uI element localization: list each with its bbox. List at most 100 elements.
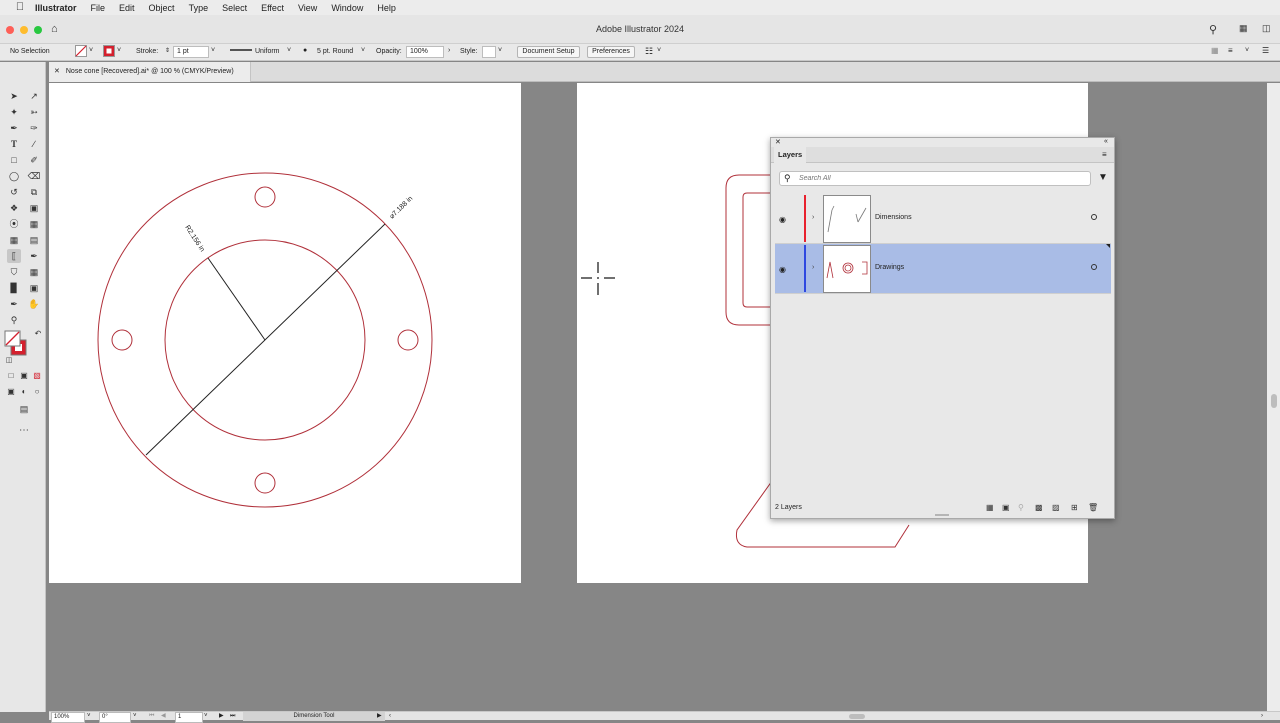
diameter-dimension-label[interactable]: ⌀7.188 in [389,195,415,220]
create-sublayer-icon[interactable]: ▨ [1052,503,1060,512]
blend-tool-icon[interactable]: ⛉ [7,265,21,279]
close-tab-icon[interactable]: ✕ [54,68,60,75]
warp-tool-icon[interactable]: ❖ [7,201,21,215]
radius-dimension-label[interactable]: R2.156 in [183,224,205,253]
layers-search-box[interactable]: ⚲ [779,171,1091,186]
dimension-tool-icon[interactable]: ⟦ [7,249,21,263]
stroke-label[interactable]: Stroke: [136,48,158,55]
menu-edit[interactable]: Edit [119,3,135,13]
zoom-field[interactable]: 100% [51,712,85,723]
bolt-hole-left[interactable] [111,329,133,351]
shaper-tool-icon[interactable]: ◯ [7,169,21,183]
vertical-scroll-thumb[interactable] [1271,394,1277,408]
default-fill-stroke-icon[interactable]: ◫ [2,354,16,368]
align-icon[interactable]: ≡ [1228,46,1233,55]
style-chevron-icon[interactable]: ˅ [498,47,502,54]
paintbrush-tool-icon[interactable]: ✐ [27,153,41,167]
pen-tool-icon[interactable]: ✒ [7,121,21,135]
screen-mode-icon[interactable]: ▤ [17,402,31,416]
panel-close-icon[interactable]: ✕ [775,138,781,146]
swap-fill-stroke-icon[interactable]: ↶ [31,327,45,341]
stroke-swatch[interactable] [103,45,115,59]
radius-dimension-line[interactable] [207,257,266,341]
menu-select[interactable]: Select [222,3,247,13]
draw-behind-icon[interactable]: ◐ [17,385,31,399]
free-transform-tool-icon[interactable]: ▣ [27,201,41,215]
workspace-icon[interactable]: ◫ [1262,23,1271,34]
panel-collapse-icon[interactable]: « [1104,138,1108,145]
expand-chevron-icon[interactable]: › [812,214,814,221]
brush-definition[interactable]: 5 pt. Round [317,48,353,55]
layer-target-icon[interactable] [1091,214,1097,220]
layers-search-input[interactable] [799,173,1079,184]
curvature-tool-icon[interactable]: ✑ [27,121,41,135]
artboard-1[interactable]: R2.156 in ⌀7.188 in [49,83,521,583]
brush-chevron-icon[interactable]: ˅ [361,47,365,54]
document-tab[interactable]: ✕ Nose cone [Recovered].ai* @ 100 % (CMYK… [49,62,251,82]
layer-row-dimensions[interactable]: ◉ › Dimensions [775,194,1111,244]
variable-width-profile[interactable]: Uniform [255,48,280,55]
menu-object[interactable]: Object [149,3,175,13]
visibility-eye-icon[interactable]: ◉ [779,215,786,224]
eyedropper-tool-icon[interactable]: ✒ [27,249,41,263]
edit-toolbar-icon[interactable]: ⋯ [17,424,31,438]
draw-inside-icon[interactable]: ○ [30,385,44,399]
visibility-eye-icon[interactable]: ◉ [779,265,786,274]
bolt-hole-right[interactable] [397,329,419,351]
transform-icon[interactable]: ▦ [1211,46,1219,55]
arrange-options-chevron-icon[interactable]: ˅ [657,47,661,54]
horizontal-scroll-thumb[interactable] [849,714,865,719]
symbol-sprayer-tool-icon[interactable]: ▦ [27,265,41,279]
export-for-screens-icon[interactable]: ▦ [986,503,994,512]
menu-type[interactable]: Type [189,3,209,13]
menu-app-name[interactable]: Illustrator [35,3,77,13]
selection-tool-icon[interactable]: ➤ [7,89,21,103]
create-new-layer-icon[interactable]: ⊞ [1071,503,1078,512]
vertical-scrollbar[interactable] [1267,83,1280,711]
part-outline-inner[interactable] [742,192,772,308]
rotate-tool-icon[interactable]: ↺ [7,185,21,199]
document-setup-button[interactable]: Document Setup [517,46,580,58]
artboard-tool-icon[interactable]: ▣ [27,281,41,295]
stroke-dropdown-chevron-icon[interactable]: ˅ [117,47,121,54]
rectangle-tool-icon[interactable]: □ [7,153,21,167]
menu-window[interactable]: Window [331,3,363,13]
make-clipping-mask-icon[interactable]: ▩ [1035,503,1043,512]
magic-wand-tool-icon[interactable]: ✦ [7,105,21,119]
menu-view[interactable]: View [298,3,317,13]
graphic-style-swatch[interactable] [482,46,496,58]
type-tool-icon[interactable]: T [7,137,21,151]
mesh-tool-icon[interactable]: ▦ [7,233,21,247]
layer-row-drawings[interactable]: ◉ › Drawings [775,244,1111,294]
expand-chevron-icon[interactable]: › [812,264,814,271]
align-chevron-icon[interactable]: ˅ [1245,47,1249,54]
diameter-dimension-line[interactable] [145,223,386,456]
fill-swatch[interactable] [75,45,87,59]
filter-icon[interactable]: ▼ [1098,172,1108,183]
layers-panel-menu-icon[interactable]: ≡ [1102,150,1107,159]
apple-icon[interactable]:  [13,0,27,15]
opacity-field[interactable]: 100% [406,46,444,58]
lasso-tool-icon[interactable]: ➳ [27,105,41,119]
color-mode-icon[interactable]: □ [4,369,18,383]
menu-help[interactable]: Help [377,3,396,13]
panel-menu-icon[interactable]: ☰ [1262,46,1269,55]
draw-normal-icon[interactable]: ▣ [4,385,18,399]
scale-tool-icon[interactable]: ⧉ [27,185,41,199]
rotation-field[interactable]: 0° [99,712,131,723]
none-mode-icon[interactable]: ▧ [30,369,44,383]
part-outline-outer[interactable] [725,174,772,326]
line-segment-tool-icon[interactable]: ∕ [27,137,41,151]
layer-name[interactable]: Dimensions [875,214,912,221]
slice-tool-icon[interactable]: ✒ [7,297,21,311]
search-icon[interactable]: ⚲ [1209,23,1217,36]
arrange-options-icon[interactable]: ☷ [645,46,653,57]
menu-effect[interactable]: Effect [261,3,284,13]
eraser-tool-icon[interactable]: ⌫ [27,169,41,183]
stroke-weight-chevron-icon[interactable]: ˅ [211,47,215,54]
direct-selection-tool-icon[interactable]: ↗ [27,89,41,103]
menu-file[interactable]: File [91,3,106,13]
gradient-mode-icon[interactable]: ▣ [17,369,31,383]
profile-chevron-icon[interactable]: ˅ [287,47,291,54]
gradient-tool-icon[interactable]: ▤ [27,233,41,247]
